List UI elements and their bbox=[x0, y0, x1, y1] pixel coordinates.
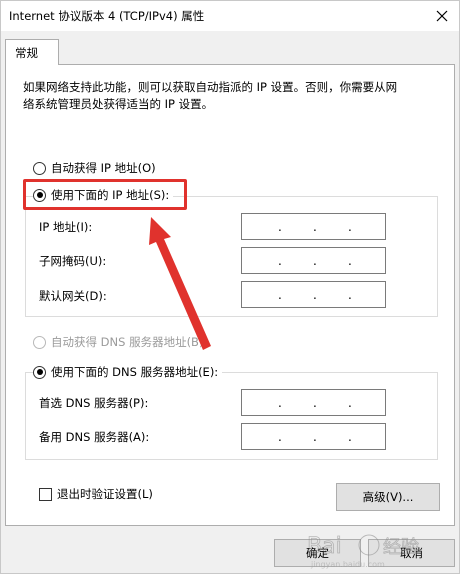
validate-on-exit-checkbox[interactable] bbox=[39, 487, 52, 501]
subnet-mask-label: 子网掩码(U): bbox=[39, 254, 107, 268]
subnet-mask-input[interactable]: ... bbox=[241, 247, 386, 274]
radio-auto-dns[interactable]: 自动获得 DNS 服务器地址(B) bbox=[33, 333, 203, 351]
default-gateway-label: 默认网关(D): bbox=[39, 289, 107, 303]
svg-text:经验: 经验 bbox=[383, 537, 419, 558]
description-line-2: 络系统管理员处获得适当的 IP 设置。 bbox=[23, 97, 214, 111]
tab-general-label: 常规 bbox=[15, 46, 38, 60]
radio-auto-dns-label: 自动获得 DNS 服务器地址(B) bbox=[51, 335, 204, 349]
radio-auto-ip[interactable]: 自动获得 IP 地址(O) bbox=[33, 159, 156, 177]
dialog-window: Internet 协议版本 4 (TCP/IPv4) 属性 常规 如果网络支持此… bbox=[0, 0, 460, 574]
radio-auto-ip-circle[interactable] bbox=[33, 161, 46, 175]
description-line-1: 如果网络支持此功能，则可以获取自动指派的 IP 设置。否则，你需要从网 bbox=[23, 80, 398, 94]
default-gateway-input[interactable]: ... bbox=[241, 281, 386, 308]
ip-address-label: IP 地址(I): bbox=[39, 220, 93, 234]
ip-address-input[interactable]: ... bbox=[241, 213, 386, 240]
watermark-logo: Bai 经验 jingyan.baidu.com bbox=[307, 534, 420, 569]
svg-text:Bai: Bai bbox=[307, 534, 342, 559]
description-text: 如果网络支持此功能，则可以获取自动指派的 IP 设置。否则，你需要从网 络系统管… bbox=[23, 79, 423, 113]
radio-manual-dns[interactable]: 使用下面的 DNS 服务器地址(E): bbox=[33, 363, 223, 381]
annotation-highlight-box bbox=[23, 179, 187, 210]
advanced-button[interactable]: 高级(V)... bbox=[336, 483, 440, 511]
window-title: Internet 协议版本 4 (TCP/IPv4) 属性 bbox=[9, 9, 205, 23]
tab-general[interactable]: 常规 bbox=[5, 39, 59, 65]
radio-manual-dns-circle[interactable] bbox=[33, 365, 46, 379]
alternate-dns-input[interactable]: ... bbox=[241, 423, 386, 450]
close-icon bbox=[436, 10, 448, 22]
svg-text:jingyan.baidu.com: jingyan.baidu.com bbox=[310, 560, 385, 569]
alternate-dns-label: 备用 DNS 服务器(A): bbox=[39, 430, 150, 444]
title-bar: Internet 协议版本 4 (TCP/IPv4) 属性 bbox=[1, 1, 459, 31]
radio-manual-dns-label: 使用下面的 DNS 服务器地址(E): bbox=[51, 365, 219, 379]
preferred-dns-label: 首选 DNS 服务器(P): bbox=[39, 396, 149, 410]
preferred-dns-input[interactable]: ... bbox=[241, 389, 386, 416]
close-button[interactable] bbox=[431, 5, 453, 27]
validate-on-exit[interactable]: 退出时验证设置(L) bbox=[39, 486, 153, 502]
radio-auto-ip-label: 自动获得 IP 地址(O) bbox=[51, 161, 156, 175]
validate-on-exit-label: 退出时验证设置(L) bbox=[57, 487, 153, 501]
radio-auto-dns-circle[interactable] bbox=[33, 335, 46, 349]
